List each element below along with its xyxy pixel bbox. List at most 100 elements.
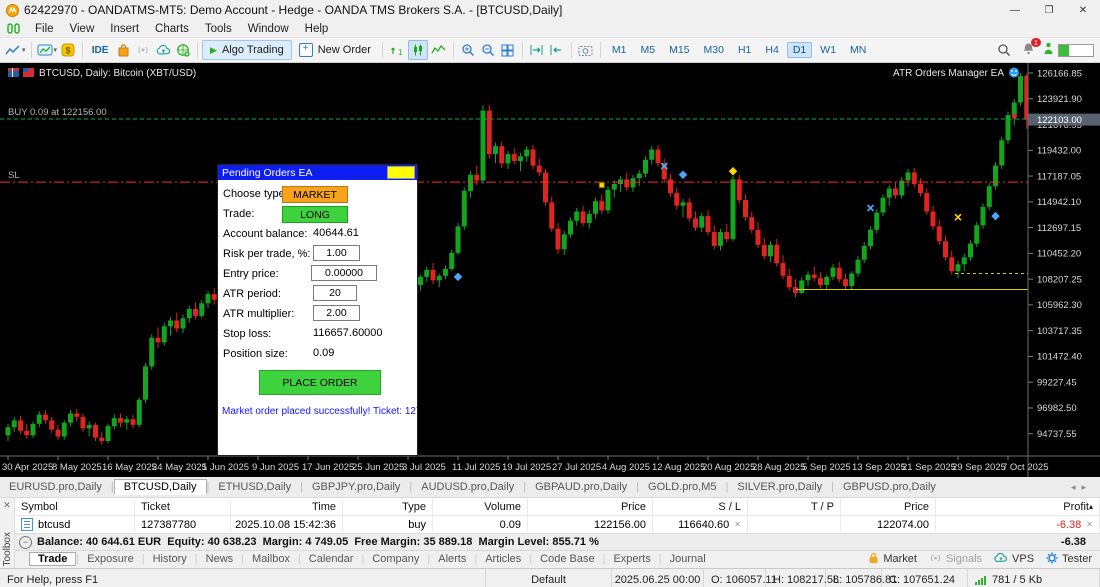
shift-end-icon[interactable] [528, 41, 546, 59]
panel-button-tester[interactable]: Tester [1046, 552, 1092, 567]
panel-button-vps[interactable]: VPS [994, 552, 1034, 566]
toolbox-tab-news[interactable]: News [198, 552, 242, 566]
chart-style-icon[interactable]: ▾ [5, 41, 26, 59]
timeframe-M5[interactable]: M5 [635, 42, 662, 58]
panel-button-market[interactable]: Market [868, 552, 917, 567]
menu-file[interactable]: File [27, 22, 62, 36]
toolbox-tab-exposure[interactable]: Exposure [79, 552, 141, 566]
timeframe-MN[interactable]: MN [844, 42, 872, 58]
toolbox-tab-trade[interactable]: Trade [29, 552, 76, 566]
menu-help[interactable]: Help [297, 22, 337, 36]
menu-charts[interactable]: Charts [147, 22, 197, 36]
chart-tab[interactable]: GOLD.pro,M5 [639, 479, 725, 495]
chart-template-icon[interactable]: ▾ [37, 41, 58, 59]
search-icon[interactable] [995, 41, 1013, 59]
panel-button-signals[interactable]: Signals [929, 553, 982, 566]
vps-cloud-icon[interactable] [154, 41, 172, 59]
trade-table-row[interactable]: btcusd1273877802025.10.08 15:42:36buy0.0… [15, 516, 1100, 533]
status-segment: 781 / 5 Kb [968, 569, 1100, 587]
trade-levels-icon[interactable]: 1 [388, 41, 406, 59]
community-icon[interactable] [174, 41, 192, 59]
maximize-button[interactable]: ❐ [1032, 0, 1066, 20]
choose-type-label: Choose type: [223, 188, 288, 200]
tab-scroll-arrows[interactable]: ◂▸ [1071, 482, 1100, 493]
chart-tab[interactable]: ETHUSD,Daily [209, 479, 300, 495]
risk-input[interactable] [313, 245, 360, 261]
market-bag-icon[interactable] [114, 41, 132, 59]
menu-tools[interactable]: Tools [197, 22, 240, 36]
zoom-in-icon[interactable] [459, 41, 477, 59]
column-price[interactable]: Price [528, 498, 653, 515]
toolbox-tab-bar: Trade|Exposure|History|News|Mailbox|Cale… [15, 550, 1100, 568]
account-level-icon[interactable] [1043, 42, 1054, 58]
timeframe-M15[interactable]: M15 [663, 42, 695, 58]
balance-summary: Balance: 40 644.61 EUR Equity: 40 638.23… [37, 536, 599, 548]
column-tp[interactable]: T / P [748, 498, 841, 515]
toolbox-tab-company[interactable]: Company [364, 552, 427, 566]
place-order-button[interactable]: PLACE ORDER [259, 370, 381, 395]
timeframe-D1[interactable]: D1 [787, 42, 812, 58]
svg-text:17 Jun 2025: 17 Jun 2025 [302, 462, 354, 473]
toolbox-tab-alerts[interactable]: Alerts [430, 552, 474, 566]
deposit-icon[interactable]: $ [59, 41, 77, 59]
ea-dialog-collapse-button[interactable] [387, 166, 415, 179]
close-button[interactable]: ✕ [1066, 0, 1100, 20]
column-type[interactable]: Type [343, 498, 433, 515]
algo-trading-button[interactable]: ▶Algo Trading [202, 40, 292, 60]
chart-tab[interactable]: EURUSD.pro,Daily [0, 479, 111, 495]
menu-view[interactable]: View [62, 22, 103, 36]
toolbox-tab-articles[interactable]: Articles [477, 552, 529, 566]
column-sl[interactable]: S / L [653, 498, 748, 515]
chart-tab[interactable]: SILVER.pro,Daily [728, 479, 831, 495]
column-ticket[interactable]: Ticket [135, 498, 231, 515]
timeframe-W1[interactable]: W1 [814, 42, 842, 58]
close-position-icon[interactable]: ✕ [734, 520, 741, 529]
menu-window[interactable]: Window [240, 22, 297, 36]
column-symbol[interactable]: Symbol [15, 498, 135, 515]
toolbox-tab-code-base[interactable]: Code Base [532, 552, 602, 566]
entry-price-input[interactable] [311, 265, 377, 281]
timeframe-H4[interactable]: H4 [759, 42, 784, 58]
notifications-bell-icon[interactable]: 1 [1022, 42, 1035, 58]
timeframe-M1[interactable]: M1 [606, 42, 633, 58]
toolbox-tab-journal[interactable]: Journal [662, 552, 714, 566]
candlestick-mode-icon[interactable] [408, 40, 428, 60]
column-profit[interactable]: Profit ▴ [936, 498, 1100, 515]
order-type-button[interactable]: MARKET [282, 186, 348, 203]
shift-back-icon[interactable] [548, 41, 566, 59]
chart-tab[interactable]: GBPUSD.pro,Daily [834, 479, 945, 495]
menu-insert[interactable]: Insert [102, 22, 147, 36]
close-position-icon[interactable]: ✕ [1086, 520, 1093, 529]
screenshot-camera-icon[interactable] [577, 41, 595, 59]
zoom-out-icon[interactable] [479, 41, 497, 59]
risk-label: Risk per trade, %: [223, 248, 310, 260]
new-order-button[interactable]: +New Order [292, 41, 378, 59]
column-price[interactable]: Price [841, 498, 936, 515]
atr-multiplier-input[interactable] [313, 305, 360, 321]
balance-row[interactable]: − Balance: 40 644.61 EUR Equity: 40 638.… [15, 533, 1100, 549]
minimize-button[interactable]: — [998, 0, 1032, 20]
chart-tab[interactable]: GBPAUD.pro,Daily [526, 479, 636, 495]
timeframe-H1[interactable]: H1 [732, 42, 757, 58]
price-chart[interactable]: 126166.85123921.90121676.95119432.001171… [0, 63, 1100, 477]
collapse-icon[interactable]: − [19, 536, 32, 549]
line-mode-icon[interactable] [430, 41, 448, 59]
timeframe-M30[interactable]: M30 [698, 42, 730, 58]
column-volume[interactable]: Volume [433, 498, 528, 515]
toolbox-tab-history[interactable]: History [145, 552, 195, 566]
chart-tab[interactable]: AUDUSD.pro,Daily [412, 479, 523, 495]
toolbox-tab-calendar[interactable]: Calendar [301, 552, 362, 566]
ea-dialog-titlebar[interactable]: Pending Orders EA [218, 165, 417, 180]
chart-tab[interactable]: BTCUSD,Daily [114, 479, 207, 495]
chart-tab[interactable]: GBPJPY.pro,Daily [303, 479, 409, 495]
column-time[interactable]: Time [231, 498, 343, 515]
toolbox-tab-experts[interactable]: Experts [605, 552, 658, 566]
signals-toolbar-icon[interactable] [134, 41, 152, 59]
trade-direction-button[interactable]: LONG [282, 206, 348, 223]
atr-period-input[interactable] [313, 285, 357, 301]
svg-text:13 Sep 2025: 13 Sep 2025 [852, 462, 906, 473]
tile-windows-icon[interactable] [499, 41, 517, 59]
ide-button[interactable]: IDE [88, 41, 112, 59]
toolbox-tab-mailbox[interactable]: Mailbox [244, 552, 298, 566]
toolbox-close-icon[interactable]: ✕ [3, 498, 11, 511]
